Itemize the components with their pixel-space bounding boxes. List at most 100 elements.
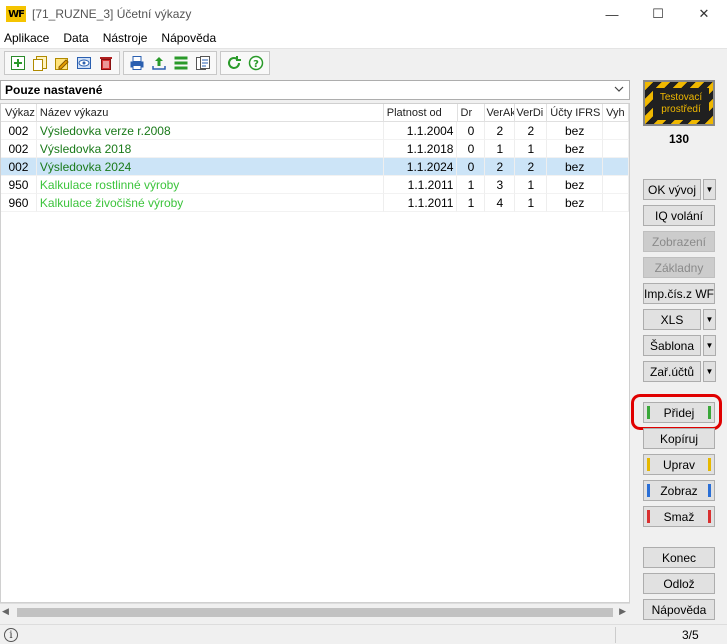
table-cell-ifrs: bez: [547, 122, 604, 140]
column-header-dr[interactable]: Dr: [458, 104, 486, 121]
horizontal-scrollbar[interactable]: ◀ ▶: [0, 603, 630, 620]
table-cell-name: Kalkulace živočišné výroby: [36, 194, 384, 212]
document-icon[interactable]: [192, 53, 214, 73]
list-view-icon[interactable]: [170, 53, 192, 73]
scroll-left-icon[interactable]: ◀: [2, 606, 9, 617]
zobrazeni-button[interactable]: Zobrazení: [643, 231, 715, 252]
info-icon[interactable]: i: [4, 628, 18, 642]
column-header-nazev[interactable]: Název výkazu: [37, 104, 384, 121]
record-count: 130: [668, 132, 690, 146]
table-cell-dr: 1: [457, 176, 486, 194]
close-button[interactable]: ✕: [681, 0, 727, 28]
copy-record-icon[interactable]: [29, 53, 51, 73]
edit-color-bar: [647, 458, 650, 471]
odloz-button[interactable]: Odlož: [643, 573, 715, 594]
reports-table: Výkaz Název výkazu Platnost od Dr VerAk …: [0, 103, 630, 603]
table-cell-ver_di: 1: [515, 140, 548, 158]
kopiruj-button[interactable]: Kopíruj: [643, 428, 715, 449]
table-cell-ver_ak: 4: [485, 194, 516, 212]
view-color-bar: [708, 484, 711, 497]
menu-data[interactable]: Data: [63, 31, 88, 45]
column-header-vykaz[interactable]: Výkaz: [1, 104, 37, 121]
delete-record-icon[interactable]: [95, 53, 117, 73]
table-cell-vyh: [603, 194, 629, 212]
table-cell-name: Výsledovka 2024: [36, 158, 384, 176]
table-row[interactable]: 002 Výsledovka verze r.2008 1.1.2004 0 2 2 bez: [1, 122, 629, 140]
table-cell-ifrs: bez: [547, 194, 604, 212]
maximize-button[interactable]: ☐: [635, 0, 681, 28]
zobraz-label: Zobraz: [660, 483, 698, 498]
toolbar-group-output: [123, 50, 217, 75]
minimize-button[interactable]: —: [589, 0, 635, 28]
ok-vyvoj-dropdown-icon[interactable]: ▼: [703, 179, 716, 200]
sablona-button[interactable]: Šablona: [643, 335, 701, 356]
print-icon[interactable]: [126, 53, 148, 73]
import-cisel-button[interactable]: Imp.čís.z WF: [643, 283, 715, 304]
xls-dropdown-icon[interactable]: ▼: [703, 309, 716, 330]
konec-button[interactable]: Konec: [643, 547, 715, 568]
table-cell-vyh: [603, 122, 629, 140]
iq-volani-button[interactable]: IQ volání: [643, 205, 715, 226]
toolbar-group-misc: ?: [220, 50, 270, 75]
view-record-icon[interactable]: [73, 53, 95, 73]
column-header-vyh[interactable]: Vyh: [603, 104, 629, 121]
window-controls: — ☐ ✕: [589, 0, 727, 28]
table-cell-dr: 0: [457, 122, 486, 140]
zakladny-button[interactable]: Základny: [643, 257, 715, 278]
uprav-label: Uprav: [662, 457, 695, 472]
table-row[interactable]: 002 Výsledovka 2018 1.1.2018 0 1 1 bez: [1, 140, 629, 158]
menu-nastroje[interactable]: Nástroje: [103, 31, 148, 45]
table-cell-name: Výsledovka verze r.2008: [36, 122, 384, 140]
filter-select[interactable]: Pouze nastavené: [0, 80, 630, 100]
xls-button[interactable]: XLS: [643, 309, 701, 330]
table-cell-ver_di: 1: [515, 176, 548, 194]
toolbar-group-edit: [4, 50, 120, 75]
table-row[interactable]: 960 Kalkulace živočišné výroby 1.1.2011 1 4 1…: [1, 194, 629, 212]
scroll-right-icon[interactable]: ▶: [619, 606, 626, 617]
sablona-dropdown-icon[interactable]: ▼: [703, 335, 716, 356]
badge-line-1: Testovací: [659, 92, 703, 103]
ok-vyvoj-button[interactable]: OK vývoj: [643, 179, 701, 200]
table-cell-ver_di: 1: [515, 194, 548, 212]
chevron-down-icon[interactable]: [613, 83, 625, 98]
table-cell-ver_ak: 3: [485, 176, 516, 194]
smaz-button[interactable]: Smaž: [643, 506, 715, 527]
page-indicator: 3/5: [682, 628, 699, 642]
title-bar: WF [71_RUZNE_3] Účetní výkazy — ☐ ✕: [0, 0, 727, 28]
column-header-verak[interactable]: VerAk: [485, 104, 516, 121]
menu-bar: Aplikace Data Nástroje Nápověda: [0, 28, 727, 48]
refresh-icon[interactable]: [223, 53, 245, 73]
add-record-icon[interactable]: [7, 53, 29, 73]
table-cell-ifrs: bez: [547, 158, 604, 176]
zarazeni-uctu-dropdown-icon[interactable]: ▼: [703, 361, 716, 382]
smaz-label: Smaž: [663, 509, 695, 524]
table-cell-dr: 1: [457, 194, 486, 212]
test-environment-badge: Testovací prostředí: [643, 80, 715, 126]
table-cell-name: Výsledovka 2018: [36, 140, 384, 158]
view-color-bar: [647, 484, 650, 497]
table-cell-ifrs: bez: [547, 140, 604, 158]
menu-napoveda[interactable]: Nápověda: [161, 31, 216, 45]
table-cell-ver_di: 2: [515, 158, 548, 176]
delete-color-bar: [647, 510, 650, 523]
table-cell-code: 002: [1, 122, 37, 140]
scrollbar-thumb[interactable]: [17, 608, 613, 617]
menu-aplikace[interactable]: Aplikace: [4, 31, 49, 45]
highlight-annotation: [631, 394, 722, 430]
column-header-platnost[interactable]: Platnost od: [384, 104, 458, 121]
toolbar: ?: [0, 48, 727, 76]
table-row[interactable]: 950 Kalkulace rostlinné výroby 1.1.2011 1 3 1…: [1, 176, 629, 194]
column-header-ucty-ifrs[interactable]: Účty IFRS: [547, 104, 604, 121]
uprav-button[interactable]: Uprav: [643, 454, 715, 475]
table-row[interactable]: 002 Výsledovka 2024 1.1.2024 0 2 2 bez: [1, 158, 629, 176]
help-icon[interactable]: ?: [245, 53, 267, 73]
edit-record-icon[interactable]: [51, 53, 73, 73]
zobraz-button[interactable]: Zobraz: [643, 480, 715, 501]
zarazeni-uctu-button[interactable]: Zař.účtů: [643, 361, 701, 382]
export-icon[interactable]: [148, 53, 170, 73]
table-cell-valid_from: 1.1.2024: [383, 158, 458, 176]
napoveda-button[interactable]: Nápověda: [643, 599, 715, 620]
column-header-verdi[interactable]: VerDi: [515, 104, 548, 121]
table-cell-ver_ak: 2: [485, 158, 516, 176]
status-bar: i 3/5: [0, 624, 727, 644]
